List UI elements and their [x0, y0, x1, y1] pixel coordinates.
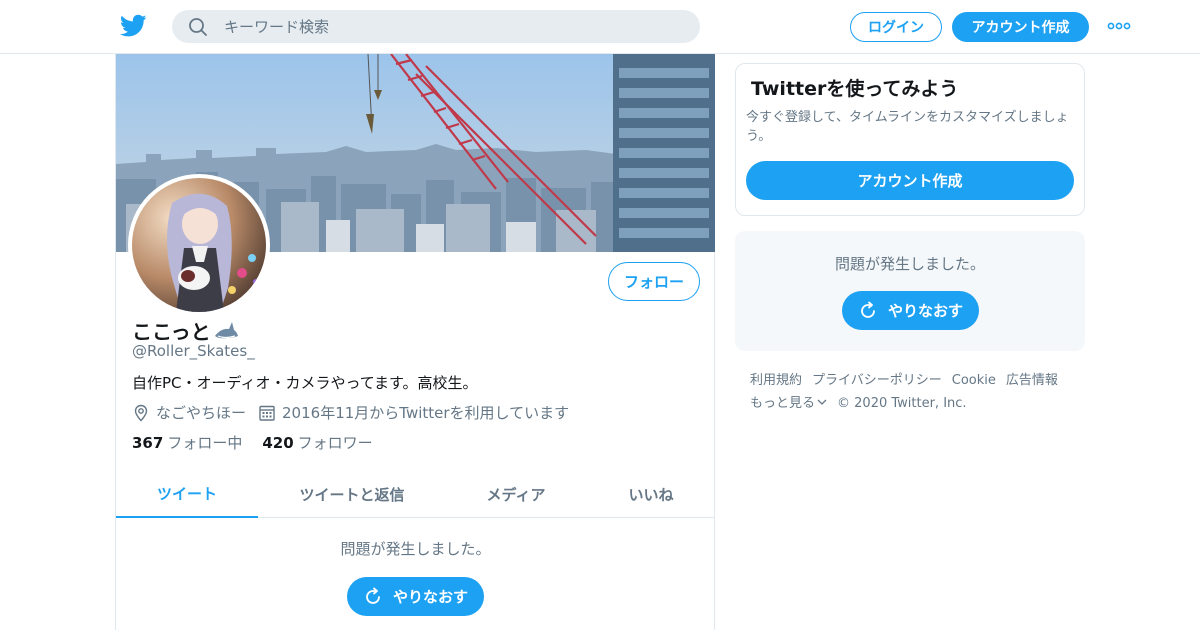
signup-card-description: 今すぐ登録して、タイムラインをカスタマイズしましょう。: [746, 110, 1069, 144]
follow-button[interactable]: フォロー: [608, 262, 700, 301]
following-label: フォロー中: [167, 434, 243, 452]
signup-card-title: Twitterを使ってみよう: [751, 78, 959, 100]
footer-link-ads[interactable]: 広告情報: [1006, 369, 1058, 392]
followers-stat[interactable]: 420 フォロワー: [262, 432, 372, 453]
refresh-icon: [366, 587, 380, 604]
search-box[interactable]: [172, 10, 700, 43]
footer-link-privacy[interactable]: プライバシーポリシー: [812, 369, 942, 392]
timeline-error-message: 問題が発生しました。: [340, 540, 491, 558]
sidebar-retry-button[interactable]: やりなおす: [842, 291, 979, 330]
search-input[interactable]: [222, 10, 682, 43]
profile-bio: 自作PC・オーディオ・カメラやってます。高校生。: [132, 374, 478, 392]
following-count: 367: [132, 434, 164, 452]
profile-location: なごやちほー: [132, 402, 246, 423]
refresh-icon: [861, 301, 875, 318]
tab-tweets-and-replies[interactable]: ツイートと返信: [276, 470, 428, 518]
signup-card: Twitterを使ってみよう 今すぐ登録して、タイムラインをカスタマイズしましょ…: [735, 63, 1085, 216]
signup-button[interactable]: アカウント作成: [952, 12, 1089, 42]
profile-meta: なごやちほー 2016年11月からTwitterを利用しています: [132, 402, 581, 423]
profile-stats: 367 フォロー中 420 フォロワー: [132, 432, 393, 453]
location-pin-icon: [134, 404, 148, 422]
following-stat[interactable]: 367 フォロー中: [132, 432, 242, 453]
profile-name: ここっと: [132, 316, 239, 345]
footer-link-terms[interactable]: 利用規約: [750, 369, 802, 392]
chevron-down-icon: [817, 399, 827, 405]
footer-link-cookie[interactable]: Cookie: [952, 369, 996, 392]
followers-label: フォロワー: [297, 434, 373, 452]
avatar-image: [132, 178, 266, 312]
footer-links: 利用規約 プライバシーポリシー Cookie 広告情報 もっと見る © 2020…: [750, 369, 1080, 415]
profile-handle[interactable]: @Roller_Skates_: [132, 342, 255, 360]
login-button[interactable]: ログイン: [850, 12, 942, 42]
retry-label: やりなおす: [392, 588, 468, 606]
shark-emoji-icon: [214, 321, 238, 338]
join-date-text: 2016年11月からTwitterを利用しています: [282, 404, 570, 422]
more-options-icon[interactable]: [1107, 16, 1131, 36]
profile-avatar[interactable]: [128, 174, 270, 316]
tab-media[interactable]: メディア: [466, 470, 566, 518]
footer-more-link[interactable]: もっと見る: [750, 392, 827, 415]
footer-more-label: もっと見る: [750, 396, 816, 411]
profile-display-name: ここっと: [132, 320, 211, 344]
location-text: なごやちほー: [156, 404, 247, 422]
tab-likes[interactable]: いいね: [606, 470, 696, 518]
calendar-icon: [259, 405, 275, 421]
tab-tweets[interactable]: ツイート: [116, 470, 258, 518]
signup-card-button[interactable]: アカウント作成: [746, 161, 1074, 200]
footer-copyright: © 2020 Twitter, Inc.: [837, 396, 967, 411]
timeline-retry-button[interactable]: やりなおす: [347, 577, 484, 616]
followers-count: 420: [262, 434, 294, 452]
twitter-bird-icon[interactable]: [120, 14, 147, 38]
sidebar-error-message: 問題が発生しました。: [834, 255, 985, 273]
profile-column: フォロー ここっと @Roller_Skates_ 自作PC・オーディオ・カメラ…: [115, 54, 715, 630]
profile-tabs: ツイート ツイートと返信 メディア いいね: [116, 470, 715, 518]
search-icon: [189, 18, 207, 36]
top-navigation-bar: ログイン アカウント作成: [0, 0, 1200, 54]
sidebar-error-card: 問題が発生しました。 やりなおす: [735, 231, 1085, 351]
retry-label: やりなおす: [887, 302, 963, 320]
profile-join-date: 2016年11月からTwitterを利用しています: [258, 402, 569, 423]
